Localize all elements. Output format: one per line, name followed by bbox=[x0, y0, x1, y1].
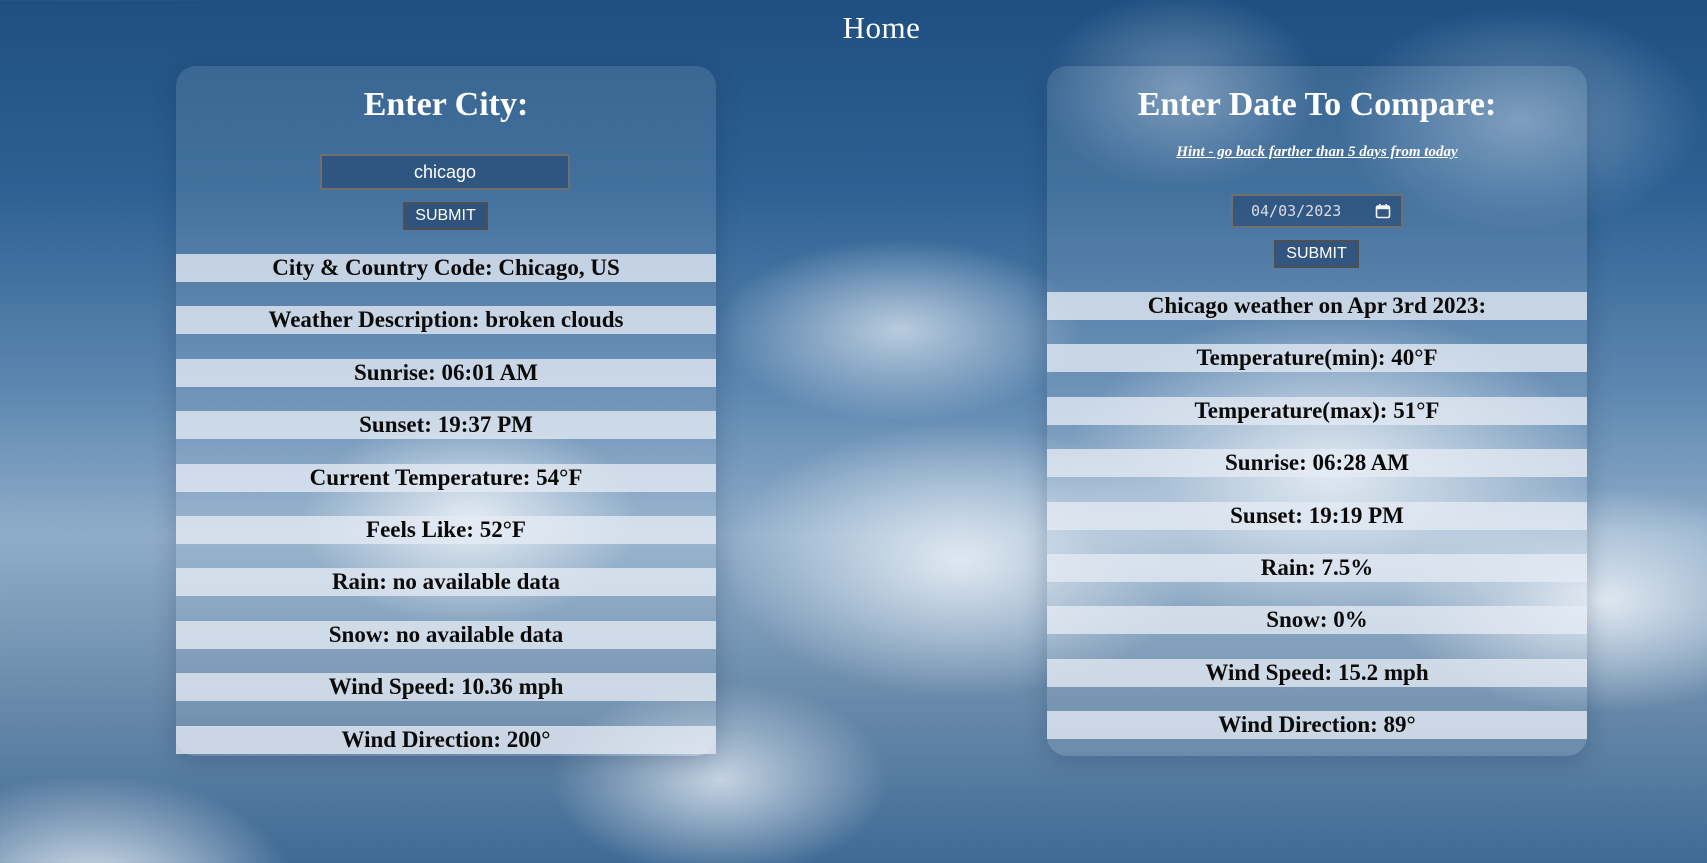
wind-direction-row: Wind Direction: 200° bbox=[176, 725, 716, 754]
current-temperature-row: Current Temperature: 54°F bbox=[176, 463, 716, 492]
historical-sunrise-row: Sunrise: 06:28 AM bbox=[1047, 449, 1587, 478]
rain-row: Rain: no available data bbox=[176, 568, 716, 597]
temperature-max-row: Temperature(max): 51°F bbox=[1047, 396, 1587, 425]
compare-panel: Enter Date To Compare: Hint - go back fa… bbox=[1047, 66, 1587, 756]
city-country-row: City & Country Code: Chicago, US bbox=[176, 254, 716, 282]
temperature-min-row: Temperature(min): 40°F bbox=[1047, 344, 1587, 373]
historical-snow-row: Snow: 0% bbox=[1047, 606, 1587, 635]
weather-description-row: Weather Description: broken clouds bbox=[176, 306, 716, 335]
date-input-value[interactable]: 04/03/2023 bbox=[1251, 202, 1375, 220]
compare-panel-heading: Enter Date To Compare: bbox=[1137, 86, 1497, 123]
wind-speed-row: Wind Speed: 10.36 mph bbox=[176, 673, 716, 702]
snow-row: Snow: no available data bbox=[176, 620, 716, 649]
city-submit-button[interactable]: SUBMIT bbox=[403, 202, 488, 230]
city-panel-heading: Enter City: bbox=[363, 86, 529, 123]
feels-like-row: Feels Like: 52°F bbox=[176, 515, 716, 544]
historical-title-row: Chicago weather on Apr 3rd 2023: bbox=[1047, 292, 1587, 320]
historical-wind-direction-row: Wind Direction: 89° bbox=[1047, 711, 1587, 740]
date-submit-button[interactable]: SUBMIT bbox=[1274, 240, 1359, 268]
page-title[interactable]: Home bbox=[0, 10, 1707, 46]
historical-sunset-row: Sunset: 19:19 PM bbox=[1047, 501, 1587, 530]
sunrise-row: Sunrise: 06:01 AM bbox=[176, 358, 716, 387]
calendar-icon[interactable] bbox=[1375, 203, 1391, 219]
current-weather-list: City & Country Code: Chicago, US Weather… bbox=[176, 254, 716, 778]
historical-rain-row: Rain: 7.5% bbox=[1047, 553, 1587, 582]
date-input[interactable]: 04/03/2023 bbox=[1231, 194, 1403, 228]
historical-wind-speed-row: Wind Speed: 15.2 mph bbox=[1047, 658, 1587, 687]
date-hint: Hint - go back farther than 5 days from … bbox=[1176, 144, 1458, 160]
city-panel: Enter City: SUBMIT City & Country Code: … bbox=[176, 66, 716, 756]
city-input[interactable] bbox=[320, 154, 570, 190]
sunset-row: Sunset: 19:37 PM bbox=[176, 411, 716, 440]
historical-weather-list: Chicago weather on Apr 3rd 2023: Tempera… bbox=[1047, 292, 1587, 764]
